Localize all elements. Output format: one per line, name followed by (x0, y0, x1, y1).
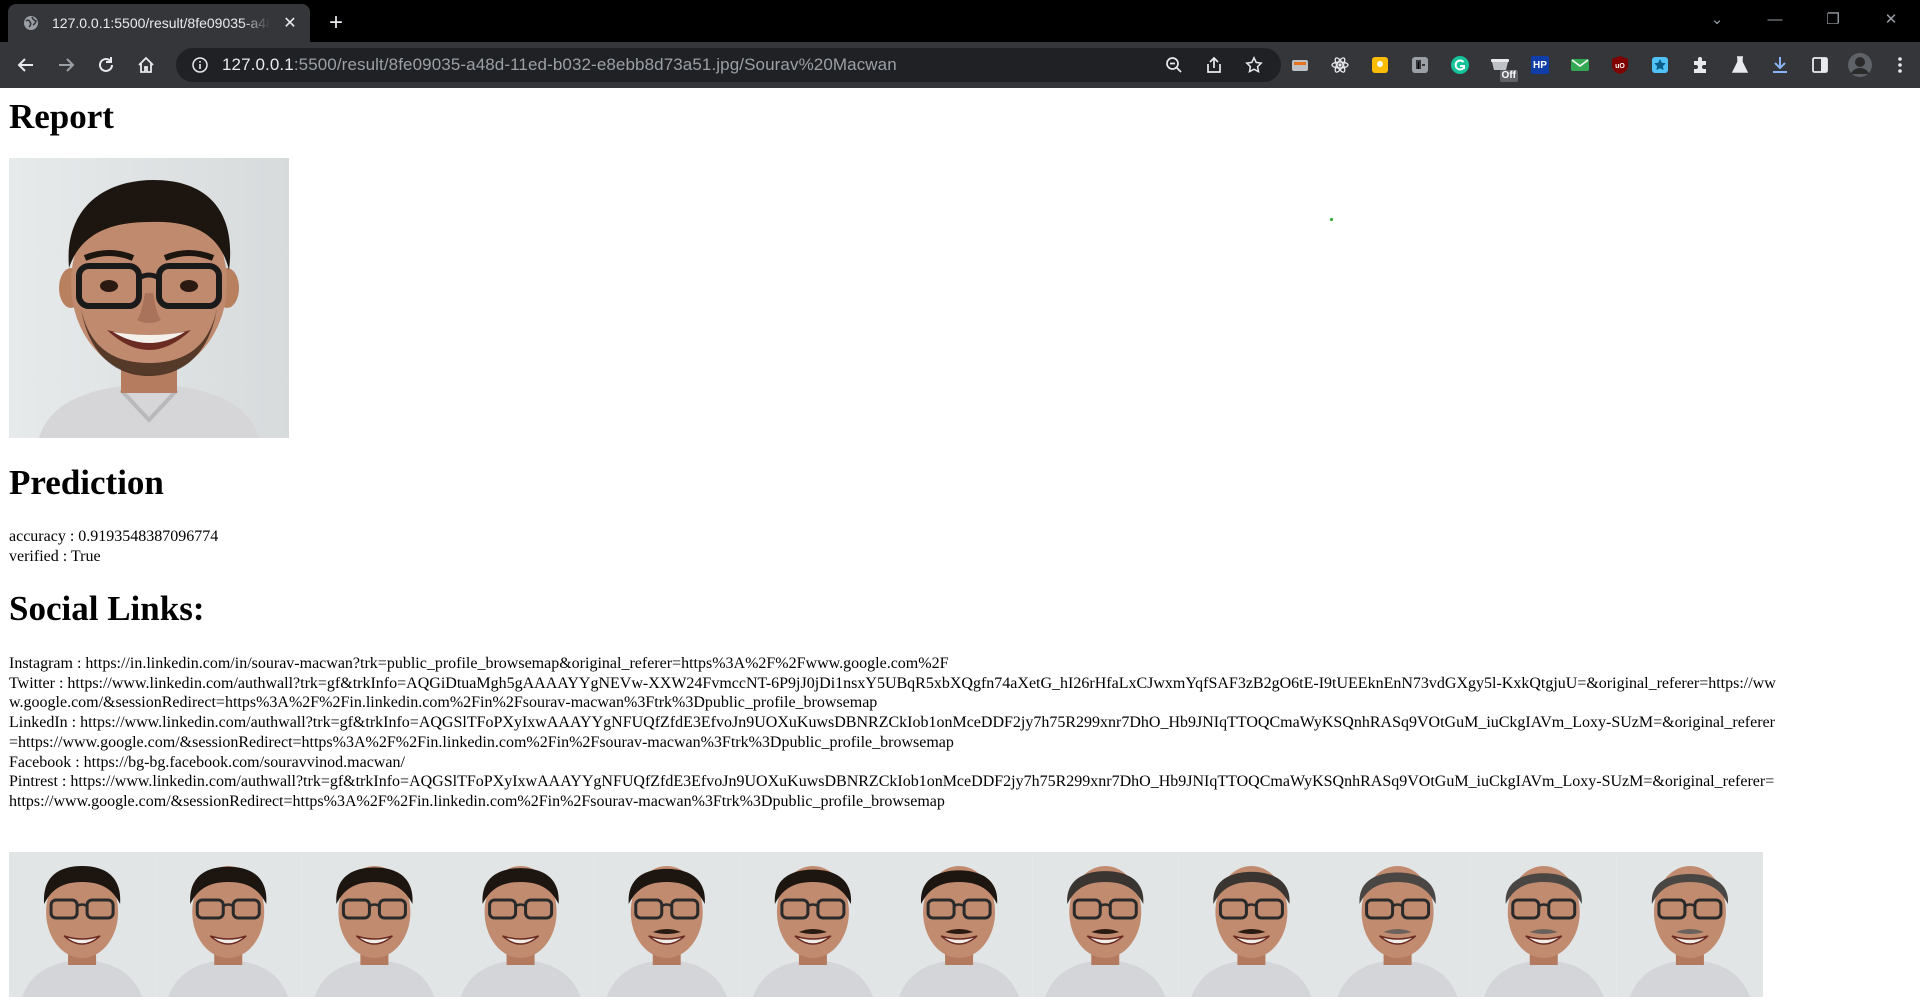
aging-frame (1470, 851, 1617, 997)
tab-search-icon[interactable]: ⌄ (1688, 0, 1746, 38)
reload-icon (99, 57, 113, 72)
social-link-pintrest: Pintrest : https://www.linkedin.com/auth… (9, 773, 1775, 810)
prediction-heading: Prediction (9, 463, 164, 502)
extensions-puzzle-icon[interactable] (1680, 48, 1720, 82)
aging-frame (447, 851, 594, 997)
browser-toolbar: 127.0.0.1:5500/result/8fe09035-a48d-11ed… (0, 42, 1920, 88)
browser-menu-icon[interactable] (1880, 48, 1920, 82)
bookmark-star-icon[interactable] (1239, 50, 1269, 80)
aging-frame (1178, 851, 1325, 997)
keep-notes-icon[interactable] (1360, 48, 1400, 82)
tab-title: 127.0.0.1:5500/result/8fe09035-a48d-11ed… (52, 15, 270, 31)
arrow-left-icon (17, 58, 33, 72)
social-links-list: Instagram : https://in.linkedin.com/in/s… (9, 654, 1777, 812)
address-bar[interactable]: 127.0.0.1:5500/result/8fe09035-a48d-11ed… (176, 48, 1281, 82)
profile-avatar[interactable] (1840, 48, 1880, 82)
new-tab-button[interactable]: + (322, 9, 350, 37)
extension-star-blue-icon[interactable] (1640, 48, 1680, 82)
zoom-icon[interactable] (1159, 50, 1189, 80)
aging-frame (1616, 851, 1763, 997)
stray-green-dot (1330, 218, 1333, 221)
aging-progression-strip (9, 851, 1763, 997)
share-icon[interactable] (1199, 50, 1229, 80)
report-heading: Report (9, 97, 114, 136)
browser-tab-active[interactable]: 127.0.0.1:5500/result/8fe09035-a48d-11ed… (8, 4, 310, 42)
uploaded-face-photo (9, 158, 289, 438)
aging-frame (301, 851, 448, 997)
home-button[interactable] (126, 47, 166, 83)
url-host: 127.0.0.1 (222, 55, 294, 74)
aging-frame (9, 851, 156, 997)
labs-flask-icon[interactable] (1720, 48, 1760, 82)
aging-frame (593, 851, 740, 997)
social-link-linkedin: LinkedIn : https://www.linkedin.com/auth… (9, 714, 1775, 751)
hp-label: HP (1531, 56, 1549, 74)
ublock-icon[interactable]: uO (1600, 48, 1640, 82)
hp-extension-icon[interactable]: HP (1520, 48, 1560, 82)
verified-value: verified : True (9, 548, 101, 565)
home-icon (138, 56, 154, 73)
aging-frame (739, 851, 886, 997)
aging-frame (886, 851, 1033, 997)
url-path: :5500/result/8fe09035-a48d-11ed-b032-e8e… (293, 55, 897, 74)
browser-tabbar: 127.0.0.1:5500/result/8fe09035-a48d-11ed… (0, 0, 1920, 42)
extension-puzzle-gray-icon[interactable] (1400, 48, 1440, 82)
social-link-facebook: Facebook : https://bg-bg.facebook.com/so… (9, 753, 405, 771)
extensions-row: Off HP uO (1280, 48, 1920, 82)
close-tab-icon[interactable]: ✕ (280, 13, 300, 33)
extension-off-icon[interactable]: Off (1480, 48, 1520, 82)
social-links-heading: Social Links: (9, 589, 205, 628)
social-link-instagram: Instagram : https://in.linkedin.com/in/s… (9, 655, 949, 672)
globe-icon (22, 14, 40, 32)
forward-button[interactable] (46, 47, 86, 83)
back-button[interactable] (6, 47, 46, 83)
arrow-right-icon (59, 58, 75, 72)
grammarly-icon[interactable] (1440, 48, 1480, 82)
minimize-icon[interactable]: — (1746, 0, 1804, 38)
side-panel-icon[interactable] (1800, 48, 1840, 82)
react-devtools-icon[interactable] (1320, 48, 1360, 82)
mail-extension-icon[interactable] (1560, 48, 1600, 82)
aging-frame (1324, 851, 1471, 997)
accuracy-value: accuracy : 0.9193548387096774 (9, 528, 219, 545)
extension-screen-icon[interactable] (1280, 48, 1320, 82)
aging-frame (155, 851, 302, 997)
off-badge: Off (1499, 70, 1518, 82)
downloads-icon[interactable] (1760, 48, 1800, 82)
url-text[interactable]: 127.0.0.1:5500/result/8fe09035-a48d-11ed… (222, 55, 1159, 75)
svg-text:uO: uO (1615, 63, 1625, 70)
site-info-icon[interactable] (190, 55, 210, 75)
aging-frame (1032, 851, 1179, 997)
window-controls: ⌄ — ❐ ✕ (1688, 0, 1920, 38)
close-window-icon[interactable]: ✕ (1862, 0, 1920, 38)
reload-button[interactable] (86, 47, 126, 83)
page-content: Report Prediction accuracy: 0.919354838… (0, 88, 1920, 997)
restore-icon[interactable]: ❐ (1804, 0, 1862, 38)
social-link-twitter: Twitter : https://www.linkedin.com/authw… (9, 674, 1776, 712)
